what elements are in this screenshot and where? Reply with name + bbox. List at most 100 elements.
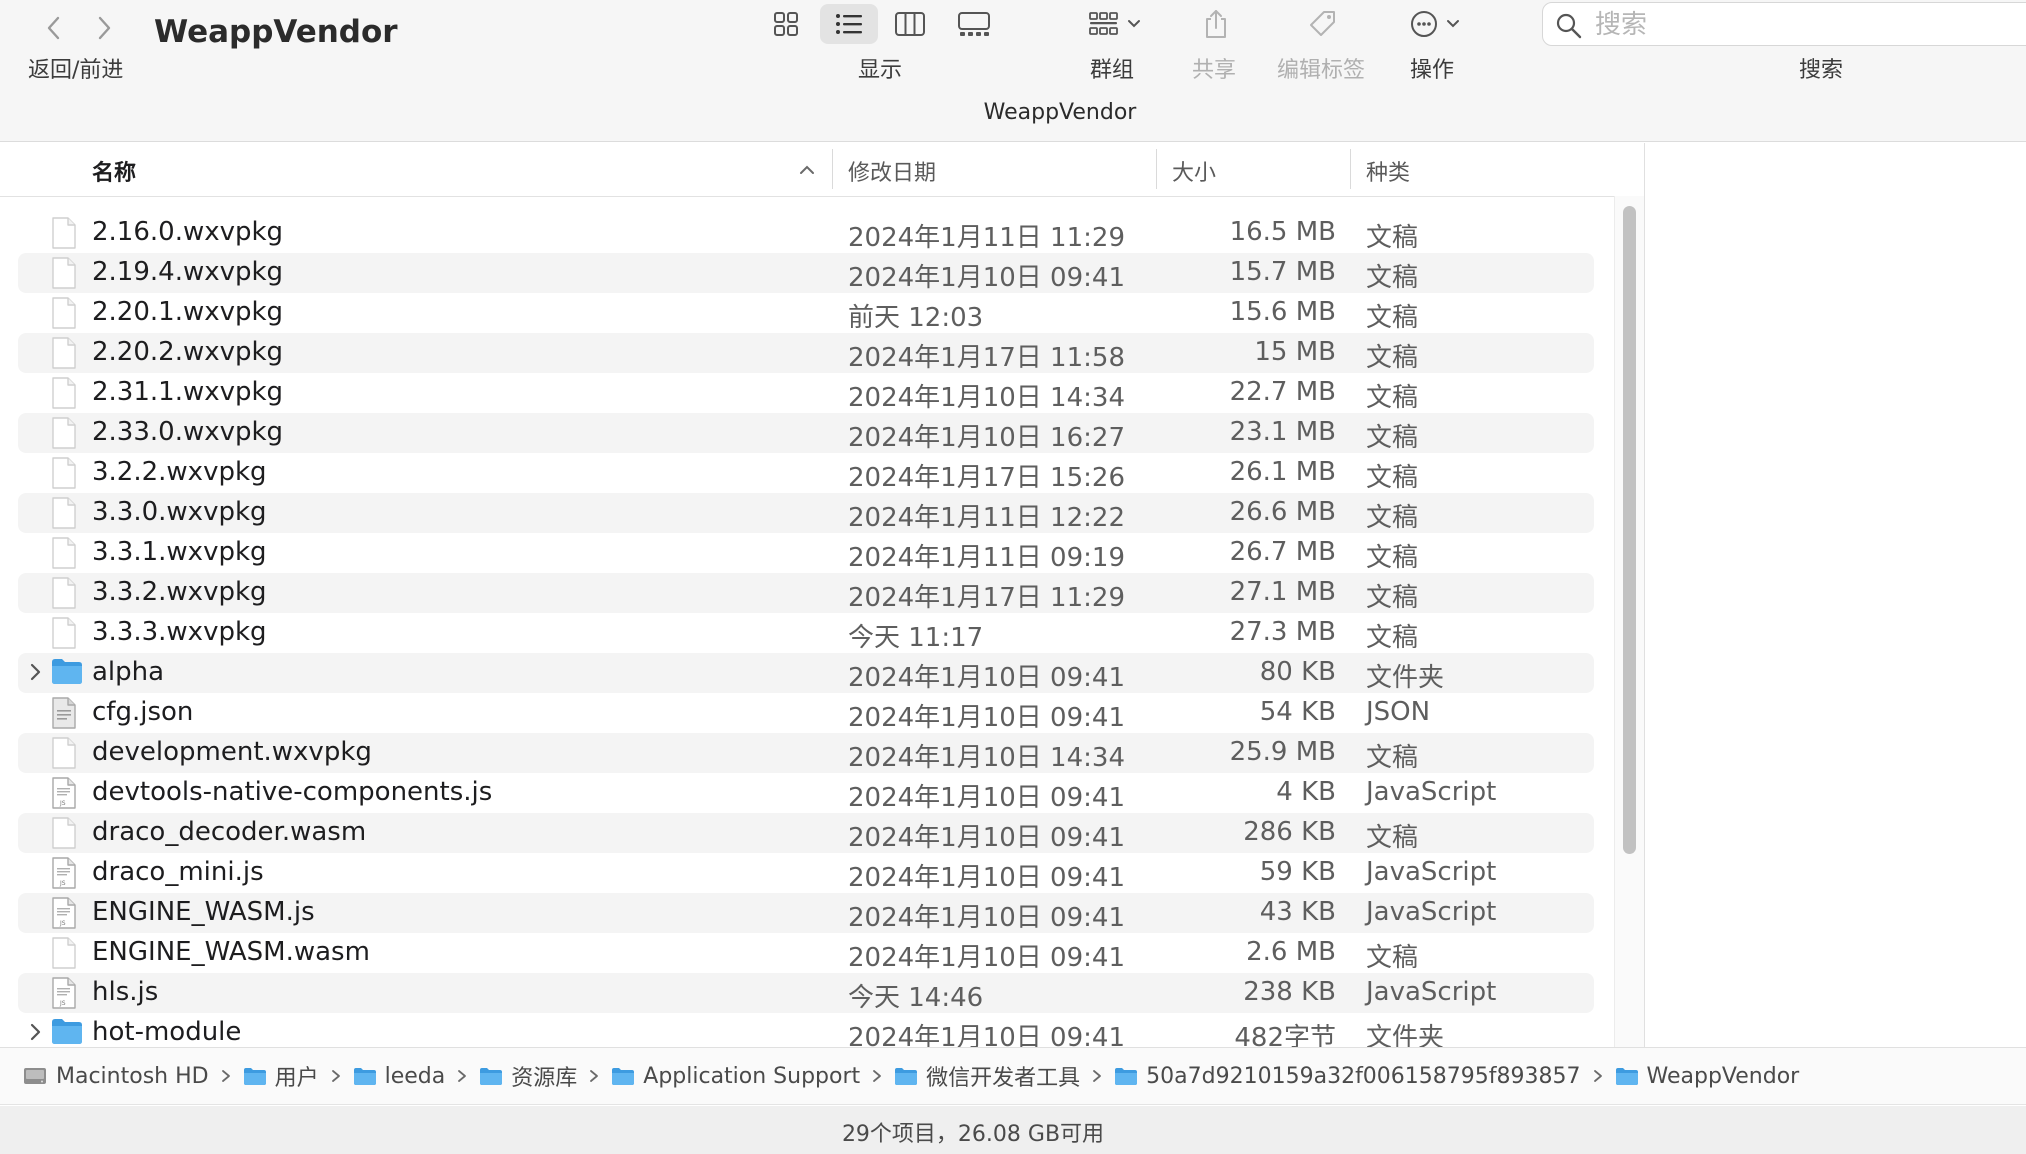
- file-row[interactable]: JS draco_mini.js 2024年1月10日 09:41 59 KB …: [18, 853, 1594, 893]
- file-size: 23.1 MB: [1229, 417, 1336, 447]
- column-date-header[interactable]: 修改日期: [848, 155, 936, 187]
- folder-row[interactable]: hot-module 2024年1月10日 09:41 482字节 文件夹: [18, 1013, 1594, 1047]
- file-row[interactable]: 3.3.1.wxvpkg 2024年1月11日 09:19 26.7 MB 文稿: [18, 533, 1594, 573]
- action-button[interactable]: [1404, 4, 1466, 44]
- file-row[interactable]: 2.31.1.wxvpkg 2024年1月10日 14:34 22.7 MB 文…: [18, 373, 1594, 413]
- icon-view-button[interactable]: [766, 4, 806, 44]
- file-row[interactable]: 2.20.1.wxvpkg 前天 12:03 15.6 MB 文稿: [18, 293, 1594, 333]
- file-row[interactable]: 3.3.3.wxvpkg 今天 11:17 27.3 MB 文稿: [18, 613, 1594, 653]
- scrollbar-thumb[interactable]: [1623, 206, 1636, 854]
- chevron-right-icon: [590, 1070, 599, 1082]
- search-input[interactable]: [1595, 7, 2015, 43]
- vertical-scrollbar[interactable]: [1614, 196, 1644, 1047]
- file-row[interactable]: JS devtools-native-components.js 2024年1月…: [18, 773, 1594, 813]
- file-size: 22.7 MB: [1229, 377, 1336, 407]
- file-size: 43 KB: [1259, 897, 1336, 927]
- file-kind: 文稿: [1366, 743, 1419, 773]
- path-bar: Macintosh HD 用户 leeda 资源库 Application Suppor…: [0, 1047, 2026, 1105]
- ellipsis-circle-icon: [1411, 11, 1437, 37]
- folder-icon: [612, 1068, 635, 1085]
- file-row[interactable]: development.wxvpkg 2024年1月10日 14:34 25.9…: [18, 733, 1594, 773]
- file-row[interactable]: 3.3.2.wxvpkg 2024年1月17日 11:29 27.1 MB 文稿: [18, 573, 1594, 613]
- share-button[interactable]: [1196, 4, 1236, 44]
- list-view-icon: [836, 14, 862, 34]
- file-row[interactable]: JS hls.js 今天 14:46 238 KB JavaScript: [18, 973, 1594, 1013]
- share-icon: [1206, 10, 1226, 38]
- breadcrumb-item[interactable]: leeda: [353, 1064, 445, 1089]
- document-icon: [52, 457, 76, 489]
- folder-icon: [52, 659, 82, 684]
- preview-pane: [1644, 143, 2026, 1047]
- file-kind: 文稿: [1366, 823, 1419, 853]
- file-date: 2024年1月10日 09:41: [848, 663, 1125, 693]
- action-label: 操作: [1410, 58, 1455, 83]
- column-header: 名称 修改日期 大小 种类: [0, 143, 1644, 197]
- column-size-header[interactable]: 大小: [1172, 155, 1216, 187]
- file-row[interactable]: 2.16.0.wxvpkg 2024年1月11日 11:29 16.5 MB 文…: [18, 213, 1594, 253]
- file-row[interactable]: draco_decoder.wasm 2024年1月10日 09:41 286 …: [18, 813, 1594, 853]
- file-kind: 文稿: [1366, 343, 1419, 373]
- document-icon: [52, 737, 76, 769]
- svg-text:JS: JS: [59, 800, 66, 807]
- file-date: 2024年1月17日 15:26: [848, 463, 1125, 493]
- group-button[interactable]: [1082, 4, 1148, 44]
- disclosure-triangle-icon[interactable]: [28, 1022, 42, 1042]
- breadcrumb-item[interactable]: 用户: [243, 1060, 319, 1092]
- search-field[interactable]: [1542, 2, 2026, 46]
- gallery-view-button[interactable]: [952, 4, 996, 44]
- file-date: 今天 14:46: [848, 983, 984, 1013]
- file-kind: 文稿: [1366, 263, 1419, 293]
- window-title: WeappVendor: [154, 14, 398, 50]
- column-name-header[interactable]: 名称: [92, 155, 136, 187]
- column-separator[interactable]: [1350, 149, 1351, 189]
- edit-tags-button[interactable]: [1302, 4, 1342, 44]
- file-size: 27.1 MB: [1229, 577, 1336, 607]
- file-date: 2024年1月10日 09:41: [848, 703, 1125, 733]
- breadcrumb-item[interactable]: Macintosh HD: [22, 1064, 209, 1089]
- breadcrumb-item[interactable]: 50a7d9210159a32f006158795f893857: [1114, 1064, 1581, 1089]
- file-row[interactable]: 2.20.2.wxvpkg 2024年1月17日 11:58 15 MB 文稿: [18, 333, 1594, 373]
- file-size: 59 KB: [1259, 857, 1336, 887]
- back-button[interactable]: [34, 8, 74, 48]
- file-kind: 文稿: [1366, 623, 1419, 653]
- column-separator[interactable]: [832, 149, 833, 189]
- file-row[interactable]: ENGINE_WASM.wasm 2024年1月10日 09:41 2.6 MB…: [18, 933, 1594, 973]
- file-row[interactable]: JS ENGINE_WASM.js 2024年1月10日 09:41 43 KB…: [18, 893, 1594, 933]
- file-date: 2024年1月10日 09:41: [848, 903, 1125, 933]
- file-kind: JavaScript: [1366, 857, 1497, 887]
- list-view-button[interactable]: [820, 4, 878, 44]
- file-date: 2024年1月10日 09:41: [848, 1023, 1125, 1047]
- column-kind-header[interactable]: 种类: [1366, 155, 1410, 187]
- breadcrumb-item[interactable]: WeappVendor: [1615, 1064, 1799, 1089]
- file-row[interactable]: 3.2.2.wxvpkg 2024年1月17日 15:26 26.1 MB 文稿: [18, 453, 1594, 493]
- column-separator[interactable]: [1156, 149, 1157, 189]
- file-kind: 文稿: [1366, 303, 1419, 333]
- file-size: 15.7 MB: [1229, 257, 1336, 287]
- breadcrumb-item[interactable]: 微信开发者工具: [894, 1060, 1080, 1092]
- folder-icon: [52, 1019, 82, 1044]
- file-row[interactable]: 2.19.4.wxvpkg 2024年1月10日 09:41 15.7 MB 文…: [18, 253, 1594, 293]
- magnifier-icon: [1556, 13, 1582, 39]
- file-name: 2.20.1.wxvpkg: [92, 297, 284, 327]
- file-name: 2.31.1.wxvpkg: [92, 377, 284, 407]
- file-kind: JavaScript: [1366, 777, 1497, 807]
- file-row[interactable]: 2.33.0.wxvpkg 2024年1月10日 16:27 23.1 MB 文…: [18, 413, 1594, 453]
- file-size: 286 KB: [1243, 817, 1336, 847]
- file-row[interactable]: cfg.json 2024年1月10日 09:41 54 KB JSON: [18, 693, 1594, 733]
- sort-ascending-icon[interactable]: [798, 163, 816, 177]
- forward-button[interactable]: [84, 8, 124, 48]
- folder-row[interactable]: alpha 2024年1月10日 09:41 80 KB 文件夹: [18, 653, 1594, 693]
- disclosure-triangle-icon[interactable]: [28, 662, 42, 682]
- breadcrumb-item[interactable]: 资源库: [479, 1060, 577, 1092]
- document-icon: [52, 217, 76, 249]
- file-row[interactable]: 3.3.0.wxvpkg 2024年1月11日 12:22 26.6 MB 文稿: [18, 493, 1594, 533]
- file-kind: 文稿: [1366, 583, 1419, 613]
- folder-icon: [353, 1068, 376, 1085]
- file-name: draco_decoder.wasm: [92, 817, 367, 847]
- column-view-button[interactable]: [890, 4, 930, 44]
- breadcrumb-separator: [1593, 1069, 1603, 1083]
- file-kind: 文稿: [1366, 543, 1419, 573]
- file-name: development.wxvpkg: [92, 737, 372, 767]
- breadcrumb-item[interactable]: Application Support: [611, 1064, 860, 1089]
- share-label: 共享: [1192, 58, 1237, 83]
